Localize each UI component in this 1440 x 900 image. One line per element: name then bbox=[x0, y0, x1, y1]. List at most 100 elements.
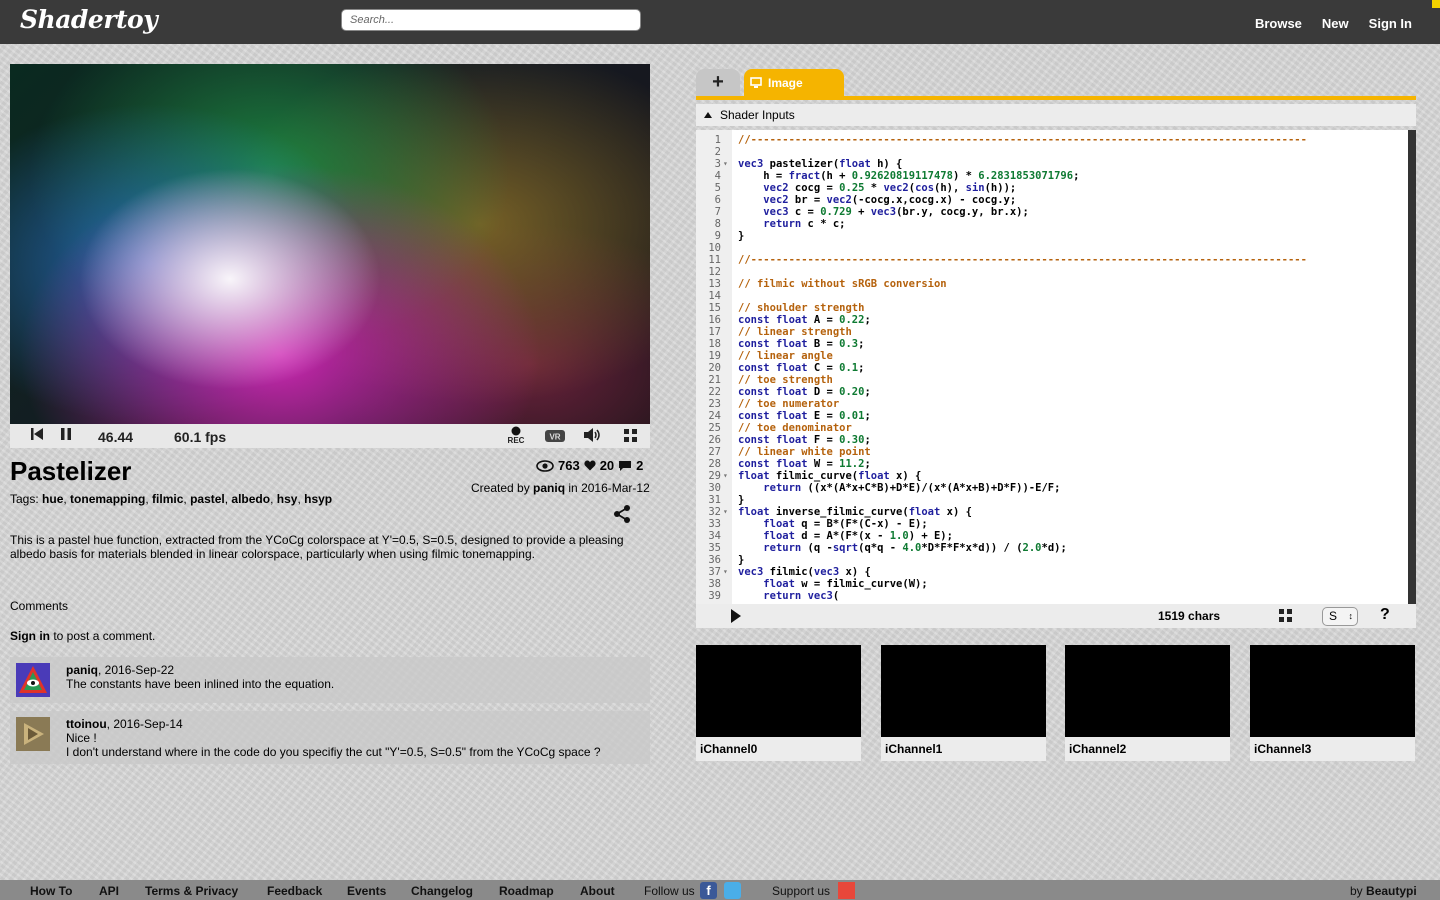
logo[interactable]: Shadertoy bbox=[20, 5, 158, 34]
code-line[interactable]: 9} bbox=[696, 230, 1408, 242]
shader-inputs-toggle[interactable]: Shader Inputs bbox=[696, 104, 1416, 126]
tag-link[interactable]: hsy bbox=[277, 492, 298, 506]
code-line[interactable]: 3 ▾ vec3 pastelizer(float h) { bbox=[696, 158, 1408, 170]
code-line[interactable]: 16 const float A = 0.22; bbox=[696, 314, 1408, 326]
tag-link[interactable]: hsyp bbox=[304, 492, 332, 506]
fold-arrow-icon[interactable]: ▾ bbox=[723, 506, 728, 518]
code-line[interactable]: 20 const float C = 0.1; bbox=[696, 362, 1408, 374]
code-line[interactable]: 17 // linear strength bbox=[696, 326, 1408, 338]
code-line[interactable]: 11 //------------------------------------… bbox=[696, 254, 1408, 266]
comment-author[interactable]: ttoinou bbox=[66, 717, 107, 731]
code-line[interactable]: 33 float q = B*(F*(C-x) - E); bbox=[696, 518, 1408, 530]
channel-preview[interactable] bbox=[1250, 645, 1415, 737]
nav-new-link[interactable]: New bbox=[1322, 16, 1349, 31]
likes-icon[interactable] bbox=[584, 460, 596, 471]
code-line[interactable]: 28 const float W = 11.2; bbox=[696, 458, 1408, 470]
tag-link[interactable]: albedo bbox=[231, 492, 270, 506]
beautypi-link[interactable]: Beautypi bbox=[1366, 884, 1417, 898]
code-line[interactable]: 34 float d = A*(F*(x - 1.0) + E); bbox=[696, 530, 1408, 542]
tag-link[interactable]: tonemapping bbox=[70, 492, 145, 506]
footer-about-link[interactable]: About bbox=[580, 884, 615, 898]
fold-arrow-icon[interactable]: ▾ bbox=[723, 566, 728, 578]
code-line[interactable]: 14 bbox=[696, 290, 1408, 302]
tab-image[interactable]: Image bbox=[744, 69, 844, 96]
code-lines[interactable]: 1 //-------------------------------------… bbox=[696, 134, 1408, 602]
code-line[interactable]: 30 return ((x*(A*x+C*B)+D*E)/(x*(A*x+B)+… bbox=[696, 482, 1408, 494]
tag-link[interactable]: filmic bbox=[152, 492, 183, 506]
footer-feedback-link[interactable]: Feedback bbox=[267, 884, 322, 898]
footer-howto-link[interactable]: How To bbox=[30, 884, 72, 898]
code-line[interactable]: 24 const float E = 0.01; bbox=[696, 410, 1408, 422]
code-line[interactable]: 36} bbox=[696, 554, 1408, 566]
code-line[interactable]: 4 h = fract(h + 0.92620819117478) * 6.28… bbox=[696, 170, 1408, 182]
avatar[interactable] bbox=[16, 717, 50, 751]
code-line[interactable]: 5 vec2 cocg = 0.25 * vec2(cos(h), sin(h)… bbox=[696, 182, 1408, 194]
shader-canvas[interactable] bbox=[10, 64, 650, 424]
patreon-icon[interactable] bbox=[838, 882, 855, 899]
tag-link[interactable]: pastel bbox=[190, 492, 225, 506]
compile-play-icon[interactable] bbox=[730, 608, 742, 627]
scrollbar[interactable] bbox=[1408, 130, 1416, 604]
fold-arrow-icon[interactable]: ▾ bbox=[723, 158, 728, 170]
code-line[interactable]: 18 const float B = 0.3; bbox=[696, 338, 1408, 350]
code-line[interactable]: 27 // linear white point bbox=[696, 446, 1408, 458]
facebook-icon[interactable]: f bbox=[700, 882, 717, 899]
tag-link[interactable]: hue bbox=[42, 492, 63, 506]
nav-signin-link[interactable]: Sign In bbox=[1369, 16, 1412, 31]
rewind-icon[interactable] bbox=[30, 427, 44, 445]
code-line[interactable]: 15 // shoulder strength bbox=[696, 302, 1408, 314]
code-line[interactable]: 10 bbox=[696, 242, 1408, 254]
add-tab-button[interactable]: + bbox=[696, 69, 740, 96]
record-button[interactable]: REC bbox=[504, 426, 528, 445]
twitter-icon[interactable] bbox=[724, 882, 741, 899]
help-button[interactable]: ? bbox=[1380, 606, 1390, 624]
editor-fullscreen-icon[interactable] bbox=[1278, 608, 1293, 626]
footer-changelog-link[interactable]: Changelog bbox=[411, 884, 473, 898]
search-input[interactable] bbox=[341, 9, 641, 31]
comment-author[interactable]: paniq bbox=[66, 663, 98, 677]
pause-icon[interactable] bbox=[59, 427, 73, 445]
scrollbar-thumb[interactable] bbox=[1408, 130, 1416, 604]
code-line[interactable]: 8 return c * c; bbox=[696, 218, 1408, 230]
signin-link[interactable]: Sign in bbox=[10, 629, 50, 643]
channel-preview[interactable] bbox=[1065, 645, 1230, 737]
footer-events-link[interactable]: Events bbox=[347, 884, 386, 898]
code-line[interactable]: 7 vec3 c = 0.729 + vec3(br.y, cocg.y, br… bbox=[696, 206, 1408, 218]
code-line[interactable]: 1 //-------------------------------------… bbox=[696, 134, 1408, 146]
code-line[interactable]: 29 ▾ float filmic_curve(float x) { bbox=[696, 470, 1408, 482]
code-line[interactable]: 12 bbox=[696, 266, 1408, 278]
code-line[interactable]: 39 return vec3( bbox=[696, 590, 1408, 602]
channel-preview[interactable] bbox=[881, 645, 1046, 737]
code-line[interactable]: 38 float w = filmic_curve(W); bbox=[696, 578, 1408, 590]
code-line[interactable]: 22 const float D = 0.20; bbox=[696, 386, 1408, 398]
code-line[interactable]: 19 // linear angle bbox=[696, 350, 1408, 362]
code-line[interactable]: 26 const float F = 0.30; bbox=[696, 434, 1408, 446]
channel-2[interactable]: iChannel2 bbox=[1065, 645, 1230, 761]
code-line[interactable]: 23 // toe numerator bbox=[696, 398, 1408, 410]
nav-browse-link[interactable]: Browse bbox=[1255, 16, 1302, 31]
channel-0[interactable]: iChannel0 bbox=[696, 645, 861, 761]
code-line[interactable]: 2 bbox=[696, 146, 1408, 158]
font-size-select[interactable]: S ↕ bbox=[1322, 607, 1358, 626]
code-line[interactable]: 21 // toe strength bbox=[696, 374, 1408, 386]
code-line[interactable]: 13 // filmic without sRGB conversion bbox=[696, 278, 1408, 290]
channel-1[interactable]: iChannel1 bbox=[881, 645, 1046, 761]
code-editor[interactable]: 1 //-------------------------------------… bbox=[696, 130, 1416, 604]
author-link[interactable]: paniq bbox=[533, 481, 565, 495]
footer-roadmap-link[interactable]: Roadmap bbox=[499, 884, 554, 898]
footer-terms-link[interactable]: Terms & Privacy bbox=[145, 884, 238, 898]
vr-icon[interactable]: VR bbox=[544, 429, 566, 447]
channel-3[interactable]: iChannel3 bbox=[1250, 645, 1415, 761]
code-line[interactable]: 32 ▾ float inverse_filmic_curve(float x) { bbox=[696, 506, 1408, 518]
code-line[interactable]: 35 return (q -sqrt(q*q - 4.0*D*F*F*x*d))… bbox=[696, 542, 1408, 554]
volume-icon[interactable] bbox=[582, 427, 602, 447]
code-line[interactable]: 37 ▾ vec3 filmic(vec3 x) { bbox=[696, 566, 1408, 578]
share-icon[interactable] bbox=[612, 504, 632, 524]
code-line[interactable]: 6 vec2 br = vec2(-cocg.x,cocg.x) - cocg.… bbox=[696, 194, 1408, 206]
code-line[interactable]: 31} bbox=[696, 494, 1408, 506]
avatar[interactable] bbox=[16, 663, 50, 697]
fullscreen-icon[interactable] bbox=[623, 428, 638, 447]
channel-preview[interactable] bbox=[696, 645, 861, 737]
code-line[interactable]: 25 // toe denominator bbox=[696, 422, 1408, 434]
fold-arrow-icon[interactable]: ▾ bbox=[723, 470, 728, 482]
